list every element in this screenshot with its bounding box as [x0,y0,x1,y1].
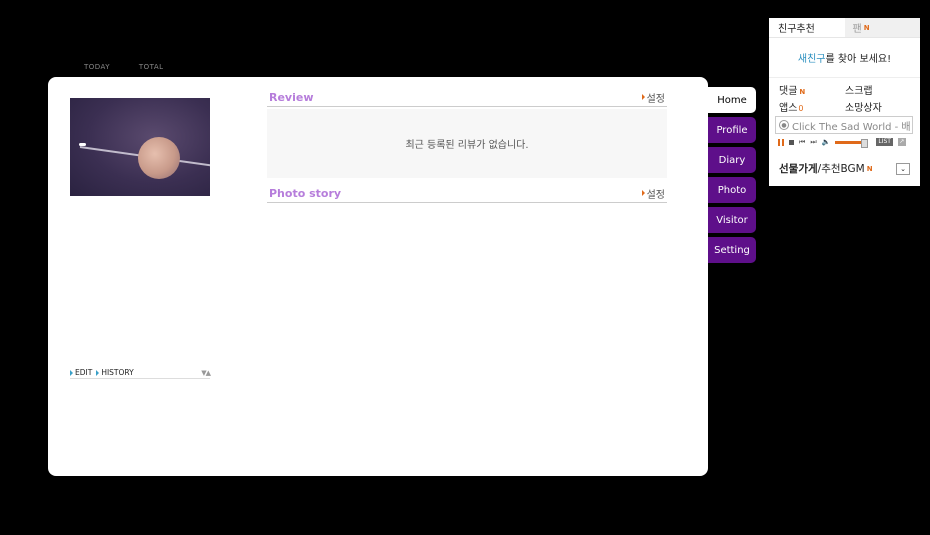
volume-slider[interactable] [835,138,869,148]
review-empty-message: 최근 등록된 리뷰가 없습니다. [405,140,529,151]
player-track-text: Click The Sad World - 배 [792,121,911,133]
history-label: HISTORY [101,368,134,377]
popup-icon[interactable]: ↗ [897,138,906,146]
next-icon[interactable]: ⏭ [810,138,816,146]
comments-link[interactable]: 댓글 N [779,82,845,98]
tab-setting[interactable]: Setting [708,237,756,263]
tab-diary[interactable]: Diary [708,147,756,173]
chevron-down-icon[interactable]: ⌄ [896,162,910,175]
arrow-right-icon [96,369,100,376]
edit-label: EDIT [75,368,93,377]
comments-label: 댓글 [779,86,798,97]
volume-icon[interactable]: 🔈 [822,138,831,146]
review-title: Review [269,90,314,104]
review-setting-link[interactable]: 설정 [641,90,665,105]
photo-story-setting-link[interactable]: 설정 [641,186,665,201]
scrap-link[interactable]: 스크랩 [845,82,911,98]
panel-links: 댓글 N 스크랩 앱스0 소망상자 [769,78,920,114]
find-rest: 를 찾아 보세요! [825,54,892,65]
bgm-player-title[interactable]: ● Click The Sad World - 배 [775,116,913,134]
tab-profile[interactable]: Profile [708,117,756,143]
stop-icon[interactable] [789,139,794,145]
wish-box-link[interactable]: 소망상자 [845,99,911,115]
review-setting-label: 설정 [646,93,665,105]
tab-visitor[interactable]: Visitor [708,207,756,233]
find-friends-link[interactable]: 새친구 를 찾아 보세요! [769,38,920,78]
main-card: EDIT HISTORY ▼▲ Review 설정 최근 등록된 리뷰가 없습니… [48,77,708,476]
right-panel: 친구추천 팬 N 새친구 를 찾아 보세요! 댓글 N 스크랩 앱스0 소망상자 ●… [769,18,920,186]
new-badge: N [863,23,870,32]
arrow-right-icon [641,190,645,196]
pause-icon[interactable] [778,138,784,146]
tab-friend-recommend[interactable]: 친구추천 [769,18,845,37]
find-highlight: 새친구 [797,54,826,65]
photo-story-setting-label: 설정 [646,189,665,201]
recommend-bgm-link[interactable]: 추천BGM [821,161,865,176]
edit-link[interactable]: EDIT [70,368,92,377]
friend-recommend-label: 친구추천 [778,24,815,35]
total-label: TOTAL [138,63,164,71]
arrow-right-icon [641,94,645,100]
today-label: TODAY [84,63,111,71]
panel-tabs: 친구추천 팬 N [769,18,920,38]
photo-story-title: Photo story [269,186,342,200]
new-badge: N [866,164,873,173]
side-tabs: Home Profile Diary Photo Visitor Setting [708,87,756,267]
profile-edit-bar: EDIT HISTORY ▼▲ [70,367,211,379]
collapse-arrows-icon[interactable]: ▼▲ [201,369,211,377]
profile-photo[interactable] [70,98,210,196]
review-empty-box: 최근 등록된 리뷰가 없습니다. [267,109,667,178]
player-controls: ⏮ ⏭ 🔈 LIST ↗ [778,137,920,148]
cd-icon: ● [779,120,789,130]
fan-label: 팬 [852,24,862,35]
apps-label: 앱스 [779,102,798,114]
visitor-counter: TODAY TOTAL [84,63,190,71]
apps-link[interactable]: 앱스0 [779,99,845,115]
photo-story-header: Photo story 설정 [267,184,667,203]
airplane [79,143,86,146]
tab-photo[interactable]: Photo [708,177,756,203]
moon [138,137,180,179]
history-link[interactable]: HISTORY [96,368,134,377]
tab-home[interactable]: Home [708,87,756,113]
previous-icon[interactable]: ⏮ [799,138,805,146]
apps-count: 0 [798,103,804,113]
review-header: Review 설정 [267,88,667,107]
gift-row: 선물가게 / 추천BGM N ⌄ [779,161,920,176]
gift-shop-link[interactable]: 선물가게 [779,161,818,176]
review-section: Review 설정 최근 등록된 리뷰가 없습니다. [267,88,667,178]
new-badge: N [799,88,806,96]
arrow-right-icon [70,369,73,376]
playlist-button[interactable]: LIST [876,138,893,146]
photo-story-section: Photo story 설정 [267,184,667,203]
tab-fan[interactable]: 팬 N [844,18,920,37]
